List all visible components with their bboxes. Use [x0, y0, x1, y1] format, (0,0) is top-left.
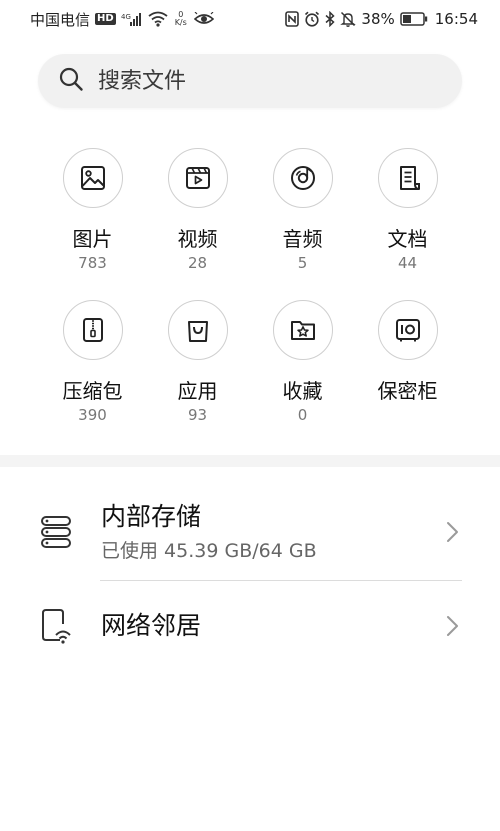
video-icon [185, 167, 210, 189]
archive-icon [82, 318, 103, 342]
battery-icon [400, 12, 428, 26]
hd-badge: HD [95, 13, 116, 25]
chevron-right-icon [446, 520, 460, 544]
network-neighborhood-title: 网络邻居 [101, 611, 202, 640]
search-bar[interactable] [38, 54, 462, 108]
list-divider [100, 580, 462, 581]
mute-notification-icon [340, 11, 357, 27]
category-apps[interactable]: 应用 93 [145, 300, 250, 452]
category-favorites-button[interactable] [272, 300, 333, 360]
category-audio[interactable]: 音频 5 [250, 148, 355, 300]
status-bar-right: 38% 16:54 [285, 10, 478, 28]
category-grid: 图片 783 视频 28 音频 5 文档 44 压缩包 390 应用 93 收藏… [40, 148, 460, 452]
app-bag-icon [187, 321, 208, 342]
category-audio-count: 5 [297, 254, 308, 272]
category-audio-button[interactable] [272, 148, 333, 208]
safe-icon [395, 319, 420, 342]
category-apps-button[interactable] [167, 300, 228, 360]
category-images[interactable]: 图片 783 [40, 148, 145, 300]
category-favorites[interactable]: 收藏 0 [250, 300, 355, 452]
network-speed: 0 K/s [175, 11, 187, 27]
internal-storage-title: 内部存储 [101, 502, 202, 531]
favorites-folder-icon [290, 321, 315, 340]
internal-storage-usage: 已使用 45.39 GB/64 GB [101, 540, 317, 562]
category-archives-label: 压缩包 [62, 379, 123, 403]
audio-icon [290, 166, 315, 190]
category-apps-label: 应用 [177, 379, 218, 403]
category-favorites-count: 0 [297, 406, 308, 424]
clock-time: 16:54 [434, 10, 478, 28]
category-documents[interactable]: 文档 44 [355, 148, 460, 300]
category-videos-count: 28 [187, 254, 208, 272]
network-speed-unit: K/s [174, 18, 187, 27]
image-icon [80, 166, 105, 190]
category-apps-count: 93 [187, 406, 208, 424]
chevron-right-icon [446, 614, 460, 638]
category-favorites-label: 收藏 [282, 379, 323, 403]
category-documents-button[interactable] [377, 148, 438, 208]
network-type-label: 4G [121, 13, 131, 21]
status-bar: 中国电信 HD 4G 0 K/s 38% 16:54 [0, 0, 500, 38]
category-documents-count: 44 [397, 254, 418, 272]
category-archives[interactable]: 压缩包 390 [40, 300, 145, 452]
nfc-icon [285, 11, 300, 27]
category-images-button[interactable] [62, 148, 123, 208]
category-safe-button[interactable] [377, 300, 438, 360]
storage-icon [38, 512, 74, 552]
network-neighborhood-row[interactable]: 网络邻居 [0, 582, 500, 670]
internal-storage-row[interactable]: 内部存储 已使用 45.39 GB/64 GB [0, 486, 500, 578]
category-audio-label: 音频 [282, 227, 323, 251]
search-input[interactable] [96, 67, 430, 95]
status-bar-left: 中国电信 HD 4G 0 K/s [30, 9, 214, 30]
category-safe[interactable]: 保密柜 [355, 300, 460, 452]
category-safe-label: 保密柜 [377, 379, 438, 403]
category-documents-label: 文档 [387, 227, 428, 251]
category-videos-button[interactable] [167, 148, 228, 208]
internal-storage-text: 内部存储 已使用 45.39 GB/64 GB [101, 501, 317, 563]
battery-percentage: 38% [361, 10, 395, 28]
category-images-count: 783 [78, 254, 107, 272]
category-images-label: 图片 [72, 227, 113, 251]
section-divider [0, 455, 500, 467]
network-neighborhood-icon [38, 606, 74, 646]
cellular-signal-icon: 4G [121, 12, 143, 26]
category-archives-button[interactable] [62, 300, 123, 360]
wifi-icon [148, 11, 168, 27]
alarm-icon [304, 11, 320, 27]
category-videos[interactable]: 视频 28 [145, 148, 250, 300]
carrier-name: 中国电信 [30, 10, 91, 29]
document-icon [399, 166, 420, 190]
category-archives-count: 390 [78, 406, 107, 424]
search-icon [58, 66, 84, 96]
bluetooth-icon [325, 11, 336, 27]
category-videos-label: 视频 [177, 227, 218, 251]
network-neighborhood-text: 网络邻居 [101, 610, 201, 642]
eye-comfort-icon [193, 12, 214, 26]
